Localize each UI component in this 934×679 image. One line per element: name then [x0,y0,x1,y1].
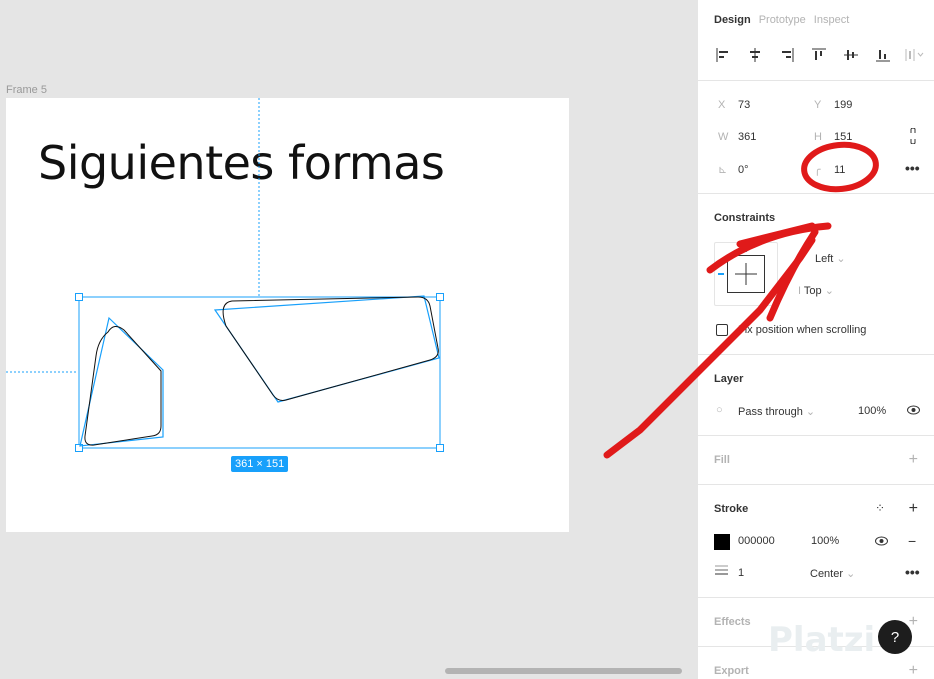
more-options-icon[interactable]: ••• [905,564,920,580]
blend-mode-value: Pass through [738,406,803,418]
selection-handle-br [436,444,444,452]
stroke-color-hex[interactable]: 000000 [738,535,775,547]
tab-prototype[interactable]: Prototype [759,14,806,26]
blend-mode-select[interactable]: Pass through ⌄ [738,405,815,418]
properties-panel: Design Prototype Inspect X 73 Y 199 W 361 H… [697,0,934,679]
w-value[interactable]: 361 [738,131,756,143]
constraints-title: Constraints [714,212,776,224]
divider [698,435,934,436]
rotation-icon: ⊾ [718,164,728,176]
fill-title: Fill [714,454,730,466]
help-label: ? [890,628,900,646]
y-value[interactable]: 199 [834,99,852,111]
vertical-constraint-value: Top [803,285,822,297]
add-stroke-icon[interactable]: + [909,501,918,517]
help-button[interactable]: ? [878,620,912,654]
w-field[interactable]: W 361 [718,131,756,143]
add-effect-icon[interactable]: + [909,614,918,630]
right-shape-outline [213,295,440,403]
stroke-weight-icon [715,564,728,579]
rotation-field[interactable]: ⊾ 0° [718,163,749,176]
chevron-down-icon: ⌄ [846,568,856,580]
align-bottom-icon[interactable] [872,44,894,66]
align-right-icon[interactable] [776,44,798,66]
export-title: Export [714,665,749,677]
align-horizontal-center-icon[interactable] [744,44,766,66]
h-label: H [814,131,822,143]
y-label: Y [814,99,822,111]
stroke-weight-value[interactable]: 1 [738,567,744,579]
divider [698,484,934,485]
w-label: W [718,131,729,143]
fix-position-label: Fix position when scrolling [738,324,867,336]
divider [698,354,934,355]
tab-design[interactable]: Design [714,14,751,26]
effects-title: Effects [714,616,751,628]
layer-opacity[interactable]: 100% [858,405,886,417]
stroke-opacity[interactable]: 100% [811,535,839,547]
stroke-position-select[interactable]: Center ⌄ [810,567,855,580]
fix-position-checkbox[interactable] [716,324,728,336]
rotation-value[interactable]: 0° [738,164,749,176]
more-options-icon[interactable]: ••• [905,160,920,176]
dimension-badge: 361 × 151 [231,456,289,472]
horizontal-scrollbar[interactable] [445,668,682,674]
constraint-lines [718,246,757,285]
constraint-widget[interactable] [714,242,778,306]
selection-handle-tr [436,293,444,301]
x-label: X [718,99,726,111]
horizontal-constraint-select[interactable]: Left ⌄ [815,252,846,265]
corner-radius-field[interactable]: ╭ 11 [814,163,845,176]
canvas-overlay [6,98,444,452]
eye-icon[interactable] [907,405,920,418]
layer-title: Layer [714,373,744,385]
left-shape-rounded [84,326,162,446]
vertical-constraint-select[interactable]: I Top ⌄ [798,284,834,297]
constrain-proportions-icon[interactable] [908,127,918,147]
horizontal-constraint-value: Left [815,253,834,265]
x-value[interactable]: 73 [738,99,750,111]
divider [698,597,934,598]
tab-inspect[interactable]: Inspect [814,14,849,26]
eye-icon[interactable] [875,536,888,549]
chevron-down-icon: ⌄ [805,406,816,418]
add-fill-icon[interactable]: + [909,452,918,468]
add-export-icon[interactable]: + [909,663,918,679]
corner-radius-icon: ╭ [814,164,821,176]
remove-stroke-icon[interactable]: − [908,533,916,549]
divider [698,193,934,194]
h-field[interactable]: H 151 [814,131,852,143]
stroke-title: Stroke [714,503,749,515]
blend-mode-icon: ○ [716,404,723,416]
align-left-icon[interactable] [712,44,734,66]
panel-tabs: Design Prototype Inspect [714,14,849,26]
alignment-toolbar [712,44,926,66]
corner-radius-value[interactable]: 11 [834,164,845,176]
selection-handle-tl [75,293,83,301]
stroke-position-value: Center [810,568,844,580]
canvas[interactable]: Frame 5 Siguientes formas 361 × 151 [0,0,697,679]
style-grid-icon[interactable]: ⁘ [875,501,885,515]
align-top-icon[interactable] [808,44,830,66]
h-value[interactable]: 151 [834,131,852,143]
chevron-down-icon: ⌄ [836,253,846,265]
align-vertical-center-icon[interactable] [840,44,862,66]
right-shape-rounded [222,296,439,401]
platzi-watermark: Platzi [768,620,876,660]
chevron-down-icon: ⌄ [824,285,834,297]
distribute-icon[interactable] [904,44,926,66]
x-field[interactable]: X 73 [718,99,750,111]
divider [698,80,934,81]
y-field[interactable]: Y 199 [814,99,852,111]
stroke-color-swatch[interactable] [714,534,730,550]
